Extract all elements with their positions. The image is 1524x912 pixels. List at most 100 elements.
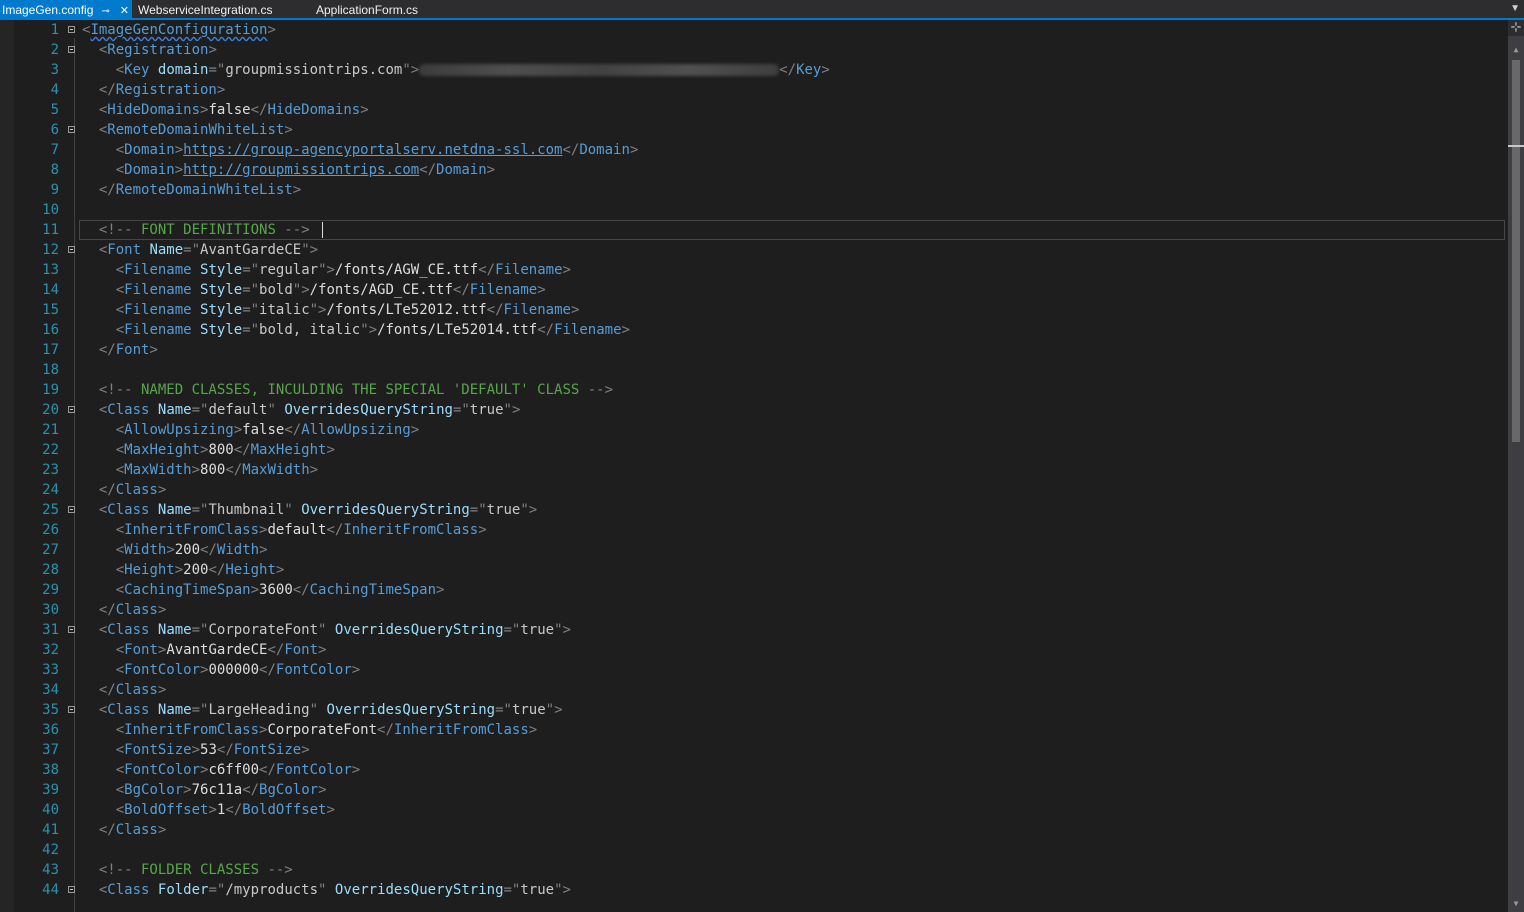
collapse-region-icon[interactable] <box>68 46 75 53</box>
code-token: </ <box>98 602 116 618</box>
code-line: <FontColor>c6ff00</FontColor> <box>82 760 360 780</box>
collapse-region-icon[interactable] <box>68 246 75 253</box>
code-token: LargeHeading <box>208 702 310 718</box>
collapse-region-icon[interactable] <box>68 506 75 513</box>
code-token: "> <box>292 282 310 298</box>
collapse-region-icon[interactable] <box>68 26 75 33</box>
code-editor[interactable]: 1 <ImageGenConfiguration> 2 <Registration>… <box>0 20 1508 912</box>
code-token: > <box>537 282 546 298</box>
scrollbar-thumb[interactable] <box>1512 60 1520 442</box>
code-token: Font <box>284 642 319 658</box>
code-token: Style <box>200 322 243 338</box>
collapse-region-icon[interactable] <box>68 406 75 413</box>
split-window-icon[interactable]: ⊹ <box>1508 20 1524 36</box>
line-number: 35 <box>42 702 59 718</box>
close-icon[interactable]: ✕ <box>120 1 129 21</box>
code-line: </Class> <box>82 480 166 500</box>
line-number: 11 <box>42 222 59 238</box>
code-token: "> <box>402 62 420 78</box>
code-line: </Class> <box>82 820 166 840</box>
code-token: </ <box>284 422 302 438</box>
code-token: Style <box>200 262 243 278</box>
code-token: Domain <box>436 162 487 178</box>
line-number: 43 <box>42 862 59 878</box>
code-token: FontColor <box>124 662 201 678</box>
vertical-scrollbar[interactable]: ⊹ ▲ ▼ <box>1508 20 1524 912</box>
collapse-region-icon[interactable] <box>68 706 75 713</box>
line-number: 41 <box>42 822 59 838</box>
code-token: > <box>191 462 201 478</box>
code-line: <Filename Style="bold, italic">/fonts/LT… <box>82 320 630 340</box>
code-token: FontSize <box>124 742 192 758</box>
code-token: 3600 <box>259 582 293 598</box>
code-token: </ <box>208 562 226 578</box>
code-token: " <box>284 502 293 518</box>
tab-applicationform-cs[interactable]: ApplicationForm.cs <box>314 0 464 20</box>
tab-webserviceintegration-cs[interactable]: WebserviceIntegration.cs <box>136 0 306 20</box>
code-token: > <box>292 182 302 198</box>
code-token: c6ff00 <box>208 762 260 778</box>
code-token: > <box>318 782 327 798</box>
scroll-up-arrow-icon[interactable]: ▲ <box>1508 42 1524 58</box>
code-token: </ <box>419 162 437 178</box>
line-number: 19 <box>42 382 59 398</box>
code-token: --> <box>267 862 293 878</box>
code-token: FOLDER CLASSES <box>132 862 268 878</box>
code-token: < <box>115 262 125 278</box>
collapse-region-icon[interactable] <box>68 886 75 893</box>
code-token: > <box>410 422 420 438</box>
line-number: 5 <box>50 102 59 118</box>
code-token: FontSize <box>233 742 302 758</box>
collapse-region-icon[interactable] <box>68 626 75 633</box>
scroll-down-arrow-icon[interactable]: ▼ <box>1508 896 1524 912</box>
code-token: Class <box>115 682 158 698</box>
tab-imagegen-config[interactable]: ImageGen.config ⊸ ✕ <box>0 0 132 20</box>
line-number: 31 <box>42 622 59 638</box>
code-token: =" <box>503 622 521 638</box>
code-token: > <box>208 802 217 818</box>
code-token: < <box>115 722 125 738</box>
collapse-region-icon[interactable] <box>68 126 75 133</box>
code-token: Filename <box>469 282 538 298</box>
pin-icon[interactable]: ⊸ <box>101 2 109 22</box>
tab-overflow-dropdown-icon[interactable]: ▼ <box>1510 0 1520 18</box>
code-token: =" <box>242 302 260 318</box>
code-token: FontColor <box>124 762 201 778</box>
code-token: groupmissiontrips.com <box>225 62 403 78</box>
code-line: <Class Name="default" OverridesQueryStri… <box>82 400 521 420</box>
code-line: <Domain>http://groupmissiontrips.com</Do… <box>82 160 495 180</box>
code-line: <Width>200</Width> <box>82 540 268 560</box>
line-number: 30 <box>42 602 59 618</box>
code-token: FontColor <box>275 662 352 678</box>
code-token: Filename <box>124 322 192 338</box>
code-token: < <box>115 442 125 458</box>
code-token: MaxWidth <box>242 462 310 478</box>
code-line: <AllowUpsizing>false</AllowUpsizing> <box>82 420 419 440</box>
code-token: > <box>208 42 217 58</box>
code-token: BoldOffset <box>124 802 209 818</box>
line-number: 22 <box>42 442 59 458</box>
code-line: <!-- NAMED CLASSES, INCULDING THE SPECIA… <box>82 380 613 400</box>
code-line: </Class> <box>82 680 166 700</box>
code-token: > <box>562 262 571 278</box>
code-token: Name <box>157 622 192 638</box>
code-line: <ImageGenConfiguration> <box>82 20 276 40</box>
line-number: 32 <box>42 642 59 658</box>
line-number: 21 <box>42 422 59 438</box>
code-token: Class <box>115 602 158 618</box>
code-token: < <box>115 322 125 338</box>
code-token: "> <box>545 702 563 718</box>
line-number: 2 <box>50 42 59 58</box>
code-token: "> <box>318 262 335 278</box>
code-line: <Filename Style="italic">/fonts/LTe52012… <box>82 300 580 320</box>
code-token: 200 <box>183 562 209 578</box>
